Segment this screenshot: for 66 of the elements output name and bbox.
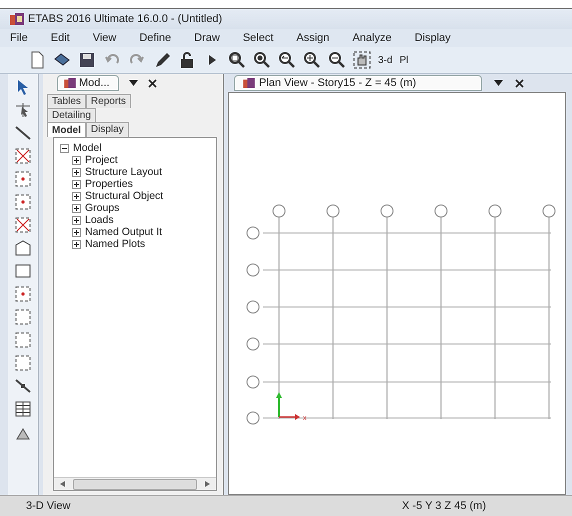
- panel-tab[interactable]: Mod...: [57, 75, 119, 91]
- link-icon[interactable]: [14, 377, 32, 395]
- tree-item[interactable]: Structure Layout: [85, 166, 162, 178]
- expand-icon[interactable]: [72, 168, 81, 176]
- window-title: ETABS 2016 Ultimate 16.0.0 - (Untitled): [28, 13, 222, 25]
- tree-item[interactable]: Groups: [85, 202, 120, 214]
- dropdown-icon[interactable]: [494, 80, 503, 86]
- app-icon: [10, 13, 24, 25]
- toolbar-label[interactable]: 3-d: [378, 54, 392, 66]
- scroll-left-icon[interactable]: [60, 481, 65, 487]
- line-icon[interactable]: [14, 124, 32, 142]
- menu-item[interactable]: Display: [414, 32, 451, 44]
- expand-icon[interactable]: [72, 180, 81, 188]
- menu-item[interactable]: Draw: [194, 32, 220, 44]
- zoom-icon[interactable]: [253, 51, 271, 69]
- tree-item[interactable]: Named Plots: [85, 238, 146, 250]
- expand-icon[interactable]: [72, 156, 81, 164]
- zoom-window-icon[interactable]: [228, 51, 246, 69]
- panel-subtab[interactable]: Display: [86, 122, 129, 137]
- tree-item[interactable]: Loads: [85, 214, 114, 226]
- panel-tab-label: Mod...: [79, 77, 110, 89]
- zoom-out-icon[interactable]: [328, 51, 346, 69]
- panel-subtab[interactable]: Model: [47, 122, 86, 137]
- axis-arrows-icon: [276, 392, 300, 420]
- view-tab-label: Plan View - Story15 - Z = 45 (m): [259, 77, 416, 89]
- menu-item[interactable]: Select: [242, 32, 274, 44]
- toolbar-label[interactable]: Pl: [399, 54, 408, 66]
- close-icon[interactable]: [515, 78, 524, 88]
- expand-icon[interactable]: [72, 204, 81, 212]
- app-icon: [243, 78, 255, 88]
- panel-subtab[interactable]: Reports: [86, 94, 131, 108]
- close-icon[interactable]: [148, 78, 157, 88]
- horizontal-scrollbar[interactable]: [54, 477, 216, 490]
- expand-icon[interactable]: [72, 216, 81, 224]
- tree-item[interactable]: Project: [85, 154, 118, 166]
- menu-item[interactable]: Define: [139, 32, 172, 44]
- scroll-thumb[interactable]: [73, 478, 197, 490]
- menu-item[interactable]: File: [10, 32, 28, 44]
- expand-icon[interactable]: [72, 228, 81, 236]
- expand-icon[interactable]: [72, 240, 81, 248]
- tree-item[interactable]: Model: [73, 142, 102, 154]
- tree-item[interactable]: Structural Object: [85, 190, 164, 202]
- grid-icon[interactable]: [14, 400, 32, 418]
- zoom-in-icon[interactable]: [303, 51, 321, 69]
- panel-subtab[interactable]: Tables: [47, 94, 86, 108]
- status-text: 3-D View: [26, 500, 70, 512]
- lock-icon[interactable]: [178, 51, 196, 69]
- zoom-previous-icon[interactable]: [278, 51, 296, 69]
- rectangle-icon[interactable]: [14, 262, 32, 280]
- pencil-icon[interactable]: [153, 51, 171, 69]
- menu-item[interactable]: View: [92, 32, 116, 44]
- tree-item[interactable]: Properties: [85, 178, 133, 190]
- polygon-icon[interactable]: [14, 239, 32, 257]
- app-icon: [64, 78, 76, 88]
- dropdown-icon[interactable]: [129, 80, 138, 86]
- menu-item[interactable]: Analyze: [352, 32, 392, 44]
- view-tab[interactable]: Plan View - Story15 - Z = 45 (m): [234, 75, 482, 91]
- expand-icon[interactable]: [72, 192, 81, 200]
- tree-item[interactable]: Named Output It: [85, 226, 162, 238]
- panel-subtab[interactable]: Detailing: [47, 108, 96, 122]
- coordinates-text: X -5 Y 3 Z 45 (m): [402, 500, 486, 512]
- collapse-icon[interactable]: [60, 144, 69, 152]
- menu-item[interactable]: Assign: [296, 32, 330, 44]
- save-icon[interactable]: [78, 51, 96, 69]
- scroll-right-icon[interactable]: [205, 481, 210, 487]
- menu-item[interactable]: Edit: [50, 32, 70, 44]
